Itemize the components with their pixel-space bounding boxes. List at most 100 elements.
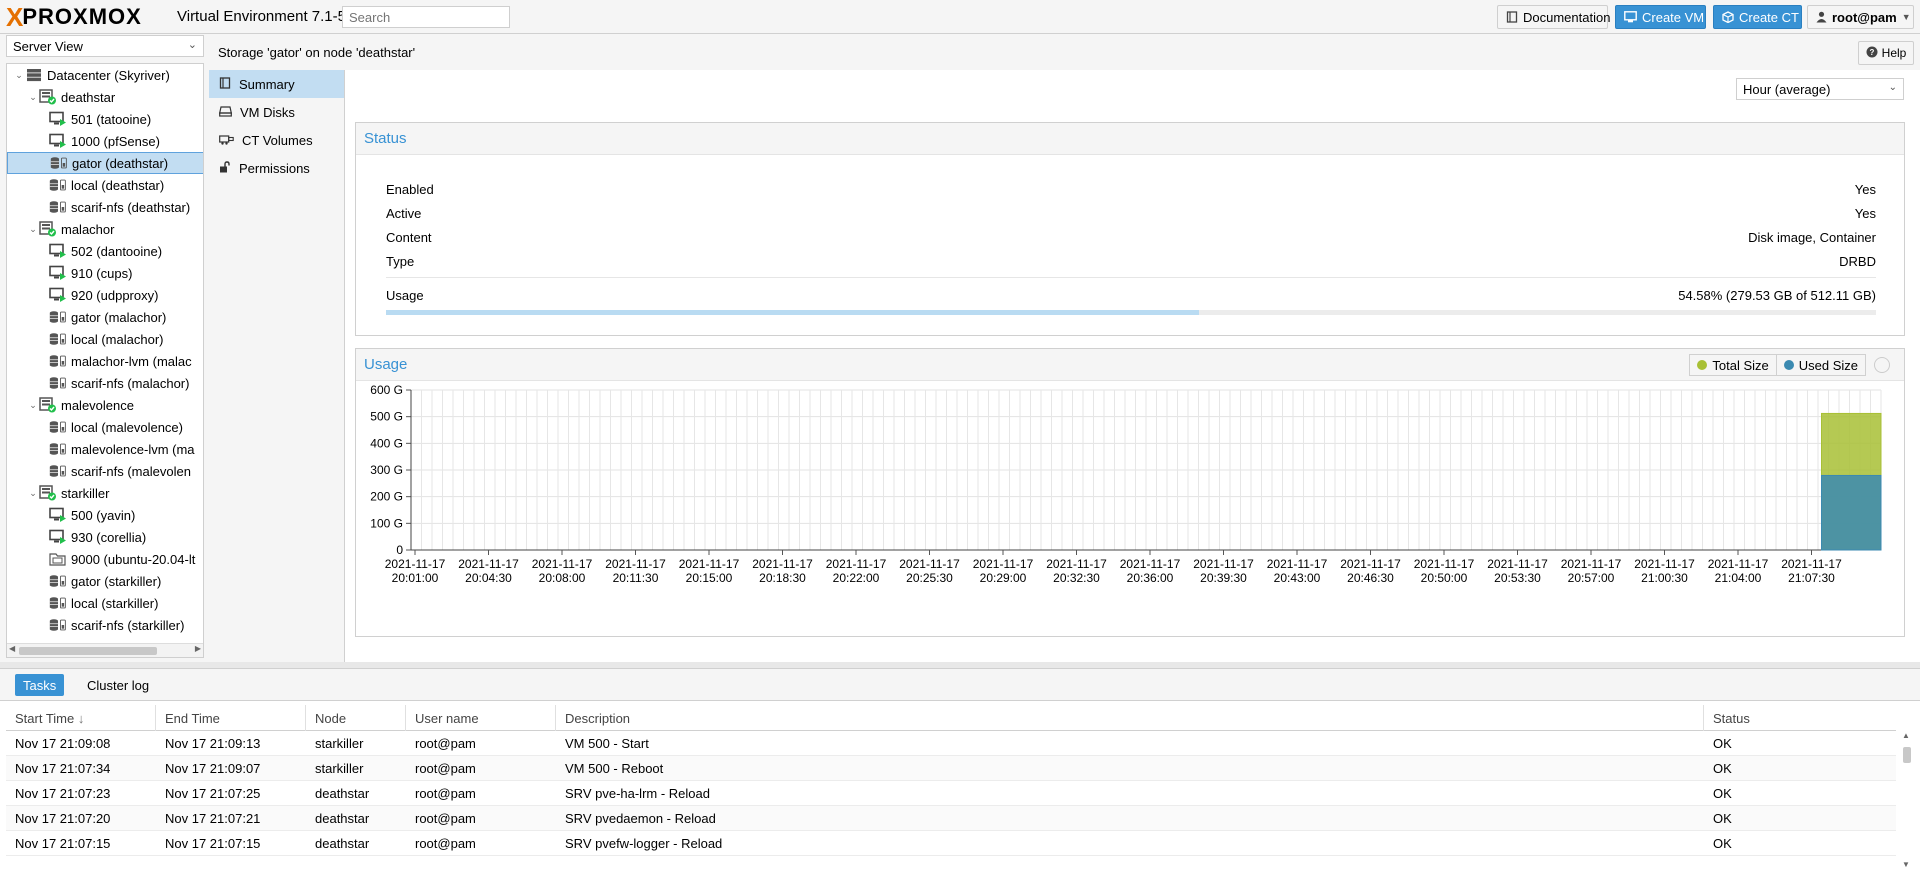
y-tick-label: 400 G: [370, 436, 403, 450]
tree-item-scarif-nfs-starkiller[interactable]: scarif-nfs (starkiller): [7, 614, 203, 636]
column-label: Start Time: [15, 711, 75, 726]
create-vm-button[interactable]: Create VM: [1615, 5, 1706, 29]
scrollbar-thumb[interactable]: [1903, 747, 1911, 763]
column-end-time[interactable]: End Time: [156, 705, 306, 731]
nav-item-ct-volumes[interactable]: CT Volumes: [209, 126, 344, 154]
tree-item-local-malachor[interactable]: local (malachor): [7, 328, 203, 350]
tree-item-label: scarif-nfs (malachor): [71, 375, 190, 391]
table-row[interactable]: Nov 17 21:07:20 Nov 17 21:07:21 deathstar r…: [6, 806, 1896, 831]
tree-item-deathstar[interactable]: ⌄ deathstar: [7, 86, 203, 108]
tree-item-930-corellia[interactable]: 930 (corellia): [7, 526, 203, 548]
expand-toggle-icon[interactable]: ⌄: [27, 224, 39, 235]
column-start-time[interactable]: Start Time ↓: [6, 705, 156, 731]
nav-item-summary[interactable]: Summary: [209, 70, 344, 98]
legend-total-size[interactable]: Total Size: [1689, 354, 1777, 376]
cell-description: SRV pve-ha-lrm - Reload: [565, 786, 710, 801]
tree-item-malevolence[interactable]: ⌄ malevolence: [7, 394, 203, 416]
view-selector-value: Server View: [13, 39, 83, 54]
scroll-right-icon[interactable]: ▶: [195, 644, 201, 653]
expand-toggle-icon[interactable]: ⌄: [27, 92, 39, 103]
x-tick-label-date: 2021-11-17: [1193, 557, 1254, 571]
expand-toggle-icon[interactable]: ⌄: [13, 70, 25, 81]
tree-item-scarif-nfs-deathstar[interactable]: scarif-nfs (deathstar): [7, 196, 203, 218]
scroll-left-icon[interactable]: ◀: [9, 644, 15, 653]
undo-zoom-icon[interactable]: [1874, 357, 1890, 373]
storage-icon: [49, 419, 67, 435]
tree-item-local-deathstar[interactable]: local (deathstar): [7, 174, 203, 196]
x-tick-label-date: 2021-11-17: [1414, 557, 1475, 571]
scrollbar-thumb[interactable]: [19, 647, 157, 655]
user-menu-button[interactable]: root@pam ▼: [1807, 5, 1914, 29]
tree-item-label: deathstar: [61, 89, 116, 105]
scroll-up-icon[interactable]: ▲: [1902, 731, 1910, 740]
scroll-down-icon[interactable]: ▼: [1902, 860, 1910, 869]
tree-item-local-starkiller[interactable]: local (starkiller): [7, 592, 203, 614]
tree-item-malevolence-lvm-ma[interactable]: malevolence-lvm (ma: [7, 438, 203, 460]
column-user-name[interactable]: User name: [406, 705, 556, 731]
tree-item-gator-starkiller[interactable]: gator (starkiller): [7, 570, 203, 592]
storage-icon: [49, 617, 67, 633]
documentation-button[interactable]: Documentation: [1497, 5, 1610, 29]
tree-item-501-tatooine[interactable]: 501 (tatooine): [7, 108, 203, 130]
tree-item-local-malevolence[interactable]: local (malevolence): [7, 416, 203, 438]
column-node[interactable]: Node: [306, 705, 406, 731]
nav-item-vm-disks[interactable]: VM Disks: [209, 98, 344, 126]
view-selector[interactable]: Server View ⌄: [6, 35, 204, 57]
tree-item-malachor[interactable]: ⌄ malachor: [7, 218, 203, 240]
tab-cluster-log[interactable]: Cluster log: [79, 674, 157, 696]
x-tick-label-date: 2021-11-17: [385, 557, 446, 571]
tree-item-500-yavin[interactable]: 500 (yavin): [7, 504, 203, 526]
y-tick-label: 500 G: [370, 410, 403, 424]
expand-toggle-icon[interactable]: ⌄: [27, 400, 39, 411]
user-label: root@pam: [1832, 9, 1897, 25]
table-row[interactable]: Nov 17 21:09:08 Nov 17 21:09:13 starkiller…: [6, 731, 1896, 756]
tree-item-gator-deathstar[interactable]: gator (deathstar): [7, 152, 203, 174]
node-online-icon: [39, 221, 57, 237]
tab-tasks[interactable]: Tasks: [15, 674, 65, 696]
table-row[interactable]: Nov 17 21:07:34 Nov 17 21:09:07 starkiller…: [6, 756, 1896, 781]
storage-icon: [49, 177, 67, 193]
resource-tree: ◀ ▶ ⌄ Datacenter (Skyriver) ⌄ deathstar 501 …: [6, 63, 204, 658]
column-description[interactable]: Description: [556, 705, 1704, 731]
cell-node: deathstar: [315, 811, 370, 826]
timeframe-select[interactable]: Hour (average) ⌄: [1736, 78, 1904, 100]
tree-item-920-udpproxy[interactable]: 920 (udpproxy): [7, 284, 203, 306]
column-status[interactable]: Status: [1704, 705, 1896, 731]
tree-item-starkiller[interactable]: ⌄ starkiller: [7, 482, 203, 504]
help-button[interactable]: ? Help: [1858, 41, 1914, 65]
proxmox-logo[interactable]: X PROXMOX: [6, 2, 142, 32]
tree-item-9000-ubuntu-20-04-lt[interactable]: 9000 (ubuntu-20.04-lt: [7, 548, 203, 570]
storage-nav-menu: Summary VM Disks CT Volumes Permissions: [209, 70, 345, 662]
tree-item-gator-malachor[interactable]: gator (malachor): [7, 306, 203, 328]
logo-x-mark: X: [6, 2, 23, 32]
tree-item-datacenter-skyriver[interactable]: ⌄ Datacenter (Skyriver): [7, 64, 203, 86]
tree-item-1000-pfsense[interactable]: 1000 (pfSense): [7, 130, 203, 152]
tree-item-910-cups[interactable]: 910 (cups): [7, 262, 203, 284]
vertical-scrollbar[interactable]: ▲ ▼: [1900, 731, 1914, 869]
tree-item-502-dantooine[interactable]: 502 (dantooine): [7, 240, 203, 262]
status-value: Yes: [1854, 206, 1876, 221]
timeframe-value: Hour (average): [1743, 82, 1831, 97]
tree-item-scarif-nfs-malachor[interactable]: scarif-nfs (malachor): [7, 372, 203, 394]
cube-icon: [219, 133, 234, 148]
create-ct-button[interactable]: Create CT: [1713, 5, 1802, 29]
nav-label: CT Volumes: [242, 132, 313, 148]
x-tick-label-date: 2021-11-17: [679, 557, 740, 571]
expand-toggle-icon[interactable]: ⌄: [27, 488, 39, 499]
search-input[interactable]: [342, 6, 510, 28]
cell-description: SRV pvefw-logger - Reload: [565, 836, 723, 851]
status-value: Yes: [1854, 182, 1876, 197]
tree-item-malachor-lvm-malac[interactable]: malachor-lvm (malac: [7, 350, 203, 372]
cell-end-time: Nov 17 21:09:13: [165, 736, 261, 751]
horizontal-scrollbar[interactable]: ◀ ▶: [7, 643, 203, 657]
usage-value: 54.58% (279.53 GB of 512.11 GB): [1678, 288, 1876, 303]
tree-item-label: starkiller: [61, 485, 110, 501]
status-panel: Status Enabled Yes Active Yes Content Di…: [355, 122, 1905, 336]
table-row[interactable]: Nov 17 21:07:15 Nov 17 21:07:15 deathstar r…: [6, 831, 1896, 856]
tree-item-scarif-nfs-malevolen[interactable]: scarif-nfs (malevolen: [7, 460, 203, 482]
chevron-down-icon: ⌄: [1888, 82, 1897, 93]
legend-used-size[interactable]: Used Size: [1776, 354, 1866, 376]
nav-item-permissions[interactable]: Permissions: [209, 154, 344, 182]
usage-chart: 0 100 G 200 G 300 G 400 G 500 G 600 G 2021-11-1…: [370, 383, 1882, 585]
table-row[interactable]: Nov 17 21:07:23 Nov 17 21:07:25 deathstar r…: [6, 781, 1896, 806]
